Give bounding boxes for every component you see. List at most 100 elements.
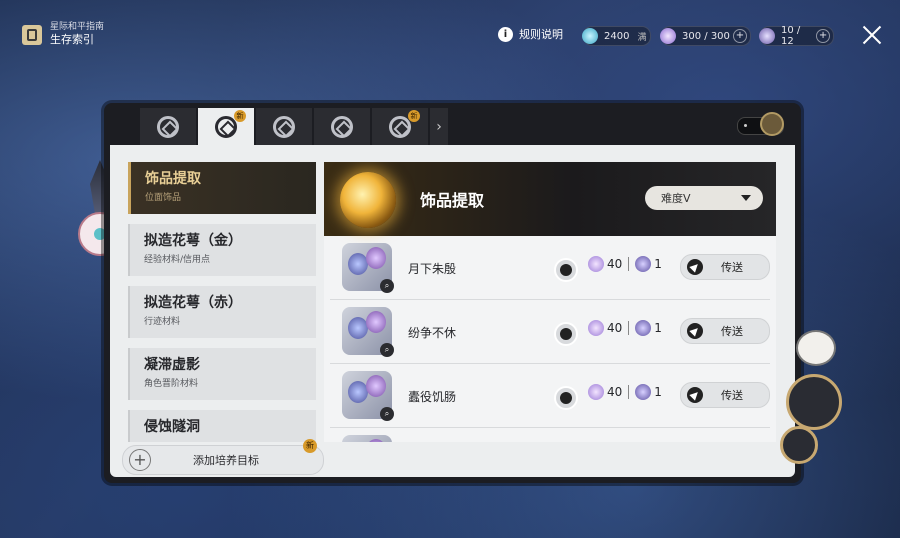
planar-ornament-orb-icon [340,172,396,228]
trailblaze-power-full-label: 满 [637,32,647,43]
relic-set-icon[interactable] [342,435,392,442]
close-icon[interactable] [862,25,882,45]
flower-icon [786,374,842,430]
list-item: ⌕ 纷争不休 40 1 传送 [330,300,770,364]
add-reserved-power-button[interactable]: + [733,29,747,43]
sidebar-item-cavern-of-corrosion[interactable]: 侵蚀隧洞 [128,410,316,442]
relic-set-icon[interactable]: ⌕ [342,243,394,293]
view-toggle[interactable] [737,112,784,136]
new-badge: 新 [408,110,420,122]
rules-label: 规则说明 [519,28,563,41]
add-goal-label: 添加培养目标 [193,454,259,467]
cost-display: 40 1 [588,256,662,272]
flower-icon [780,426,818,464]
fuel-icon [759,28,775,44]
new-badge: 新 [234,110,246,122]
rules-button[interactable]: i 规则说明 [498,26,563,42]
relic-set-icon[interactable]: ⌕ [342,307,394,357]
travel-button[interactable]: 传送 [680,382,770,408]
trailblaze-power-value: 2400 [604,30,630,42]
power-cost-value: 40 [607,321,623,335]
sidebar-item-ornament-extraction[interactable]: 饰品提取 位面饰品 [128,162,316,214]
brand-subtitle: 星际和平指南 [50,22,105,32]
relic-set-icon[interactable]: ⌕ [342,371,394,421]
trailblaze-power-counter[interactable]: 2400 满 [582,26,651,46]
tab-4[interactable] [314,108,370,145]
enemy-icon[interactable] [554,258,578,282]
navigation-arrow-icon [687,323,703,339]
bird-mascot-icon [796,330,836,366]
tab-5[interactable]: 新 [372,108,428,145]
sidebar-list[interactable]: 饰品提取 位面饰品 拟造花萼（金） 经验材料/信用点 拟造花萼（赤） 行迹材料 … [128,162,316,442]
power-cost-value: 40 [607,385,623,399]
sidebar-item-title: 拟造花萼（赤） [144,295,242,311]
fuel-cost-icon [635,256,652,272]
enemy-icon[interactable] [554,322,578,346]
toggle-dot [744,124,747,127]
divider [628,257,630,271]
guide-book-icon [22,24,42,45]
panel-body: 饰品提取 位面饰品 拟造花萼（金） 经验材料/信用点 拟造花萼（赤） 行迹材料 … [110,145,795,477]
difficulty-value: 难度V [661,192,691,205]
add-fuel-button[interactable]: + [816,29,830,43]
divider [628,385,630,399]
travel-label: 传送 [721,325,743,338]
list-item: ⌕ 蠹役饥肠 40 1 传送 [330,364,770,428]
info-icon: i [498,26,513,42]
sidebar-item-title: 拟造花萼（金） [144,233,242,249]
add-goal-button[interactable]: + 添加培养目标 新 [122,439,324,475]
reserved-power-counter[interactable]: 300 / 300 + [660,26,751,46]
brand: 星际和平指南 生存索引 [22,22,104,47]
top-bar: 星际和平指南 生存索引 i 规则说明 2400 满 300 / 300 + 10… [0,0,900,70]
list-item [330,428,770,442]
power-cost-icon [588,320,604,336]
sidebar-item-title: 侵蚀隧洞 [144,419,200,435]
domain-name: 纷争不休 [408,326,457,340]
domain-list[interactable]: ⌕ 月下朱殷 40 1 传送 ⌕ 纷争不休 40 1 传送 ⌕ 蠹役饥肠 40 … [324,236,776,442]
tab-3[interactable] [256,108,312,145]
power-cost-icon [588,256,604,272]
sidebar-item-subtitle: 经验材料/信用点 [144,255,211,265]
sidebar-item-subtitle: 行迹材料 [144,317,181,327]
tab-emblem-icon [273,115,295,138]
fuel-counter[interactable]: 10 / 12 + [759,25,834,47]
reserved-power-value: 300 / 300 [682,30,730,42]
enemy-icon[interactable] [554,386,578,410]
chevron-down-icon [741,195,751,201]
travel-button[interactable]: 传送 [680,318,770,344]
tab-emblem-icon [157,115,179,138]
sidebar-item-title: 凝滞虚影 [144,357,200,373]
sidebar-item-title: 饰品提取 [145,171,201,187]
fuel-cost-icon [635,384,652,400]
tab-1[interactable] [140,108,196,145]
banner-title: 饰品提取 [420,191,485,210]
flower-ornament-right [780,330,850,470]
magnifier-icon[interactable]: ⌕ [380,343,394,357]
domain-name: 月下朱殷 [408,262,457,276]
sidebar-item-subtitle: 角色晋阶材料 [144,379,199,389]
domain-name: 蠹役饥肠 [408,390,457,404]
chevron-right-icon[interactable]: › [430,108,448,145]
sidebar-item-stagnant-shadow[interactable]: 凝滞虚影 角色晋阶材料 [128,348,316,400]
navigation-arrow-icon [687,387,703,403]
magnifier-icon[interactable]: ⌕ [380,407,394,421]
survival-index-panel: 新 新 › 饰品提取 位面饰品 拟造花萼（金） 经验材料/信用点 拟造花萼（赤）… [104,103,801,483]
travel-button[interactable]: 传送 [680,254,770,280]
new-badge: 新 [303,439,317,453]
tab-emblem-icon [215,115,237,138]
brand-title: 生存索引 [50,33,94,46]
plus-icon: + [129,449,151,471]
sidebar-item-calyx-golden[interactable]: 拟造花萼（金） 经验材料/信用点 [128,224,316,276]
power-cost-value: 40 [607,257,623,271]
fuel-value: 10 / 12 [780,25,801,47]
tab-emblem-icon [389,115,411,138]
sidebar-item-calyx-crimson[interactable]: 拟造花萼（赤） 行迹材料 [128,286,316,338]
list-item: ⌕ 月下朱殷 40 1 传送 [330,236,770,300]
tab-2[interactable]: 新 [198,108,254,145]
other-cost-value: 1 [654,257,662,271]
sidebar-item-subtitle: 位面饰品 [145,193,182,203]
content-banner: 饰品提取 难度V [324,162,776,236]
difficulty-select[interactable]: 难度V [645,186,763,210]
cost-display: 40 1 [588,320,662,336]
magnifier-icon[interactable]: ⌕ [380,279,394,293]
